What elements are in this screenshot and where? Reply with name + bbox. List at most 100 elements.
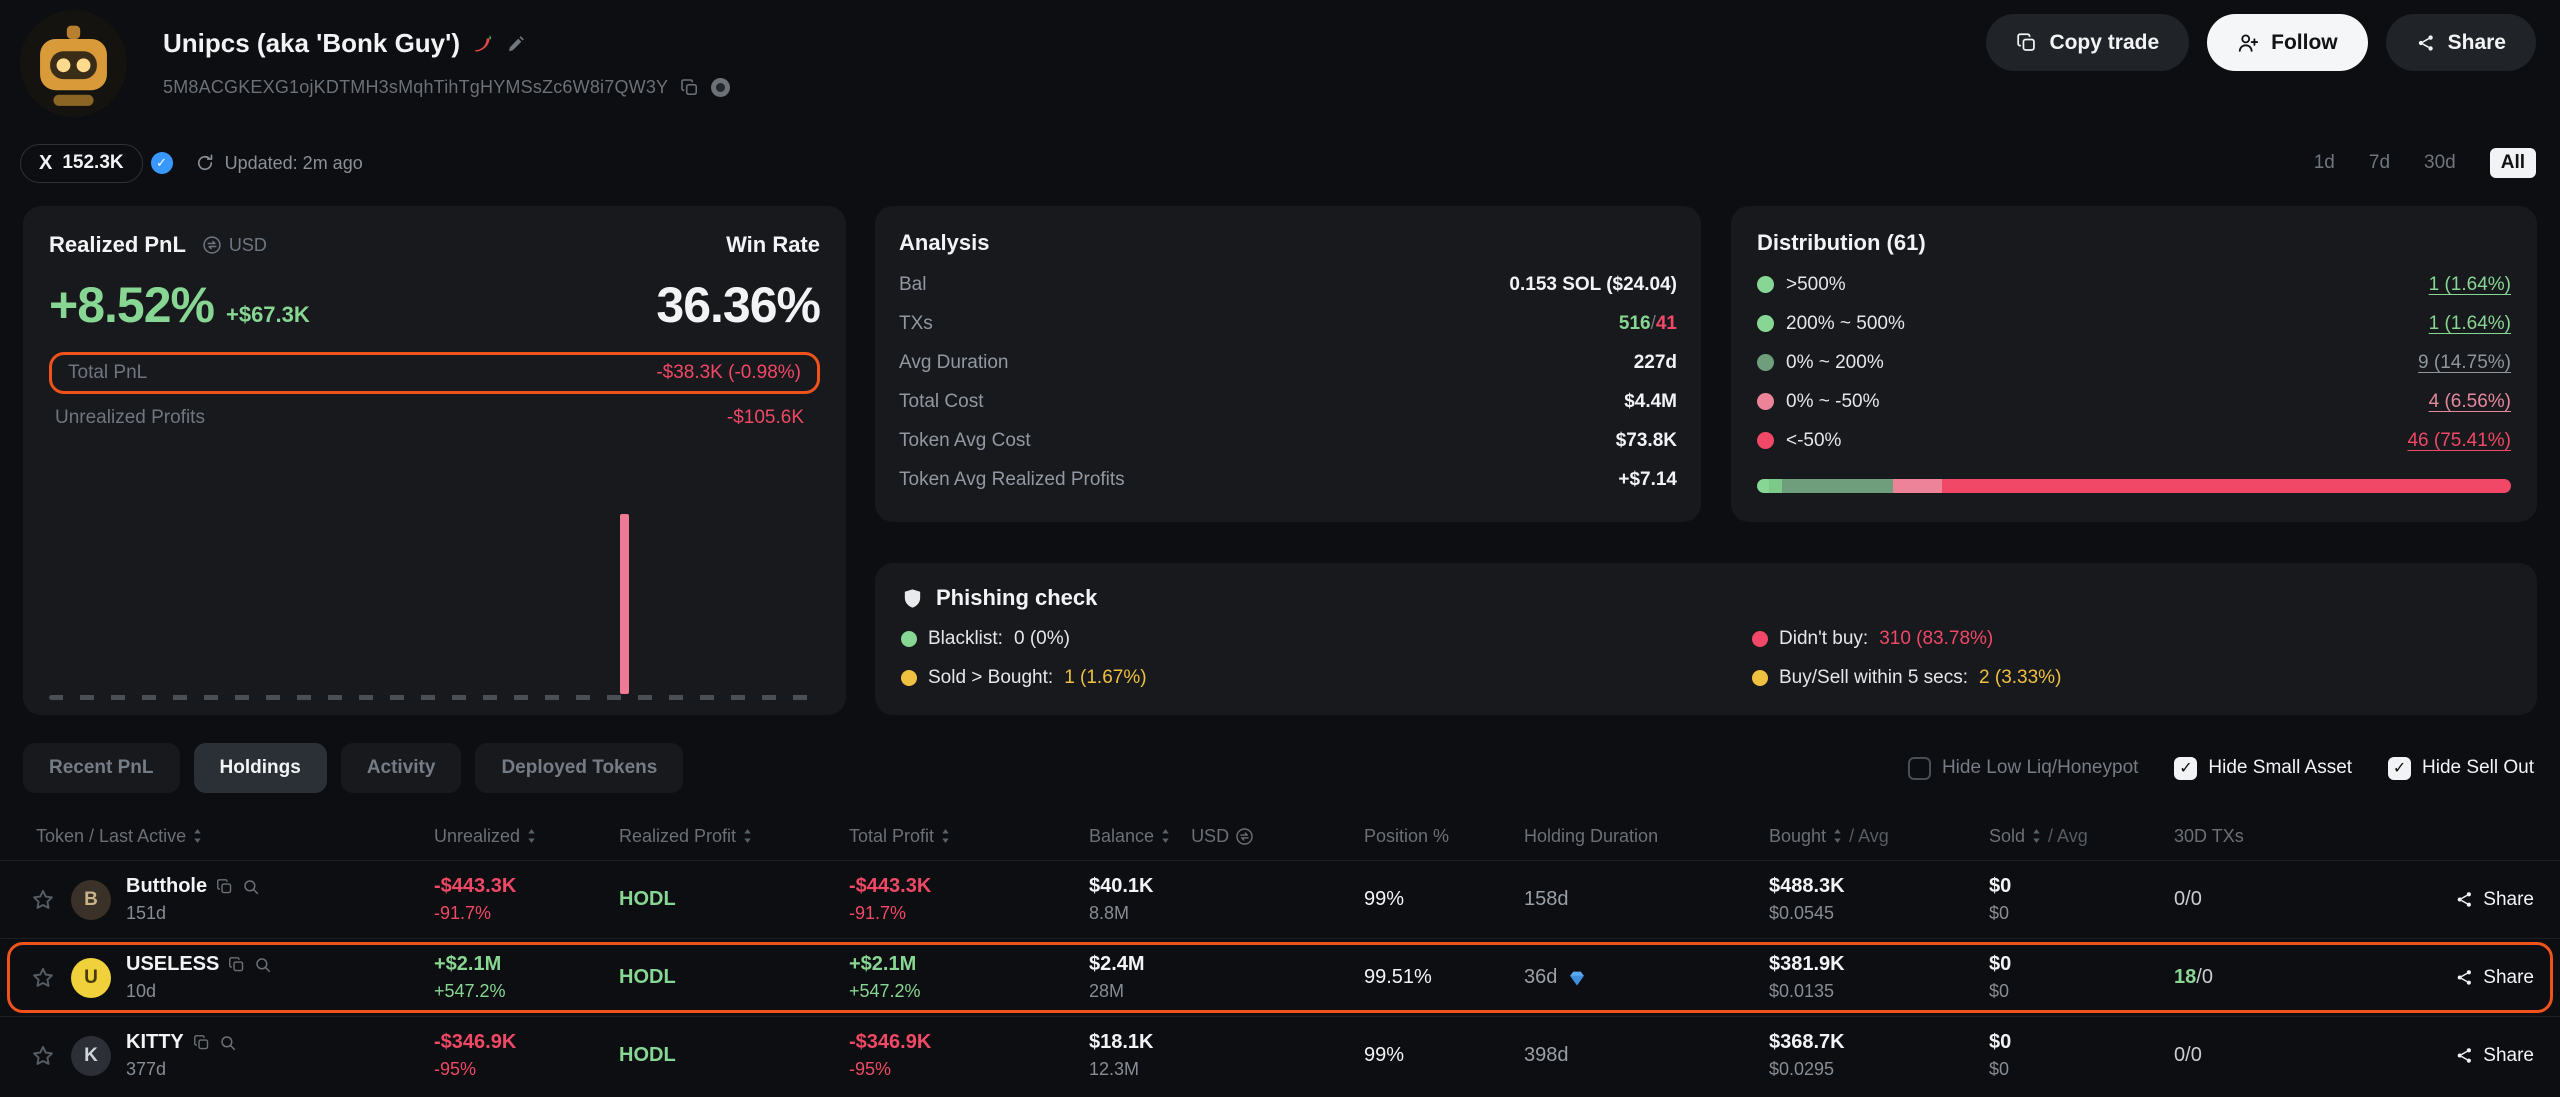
hide-small-asset-checkbox[interactable]: ✓ Hide Small Asset [2174, 757, 2352, 780]
col-header-position: Position % [1364, 826, 1524, 847]
currency-toggle[interactable]: USD [202, 235, 267, 256]
search-icon[interactable] [242, 878, 260, 896]
favorite-star-icon[interactable] [30, 1043, 56, 1069]
token-last-active: 151d [126, 903, 260, 924]
cell-holding-duration: 158d [1524, 888, 1769, 911]
favorite-star-icon[interactable] [30, 887, 56, 913]
pnl-chart-bar [620, 514, 629, 694]
diamond-icon [1566, 967, 1588, 989]
row-share-button[interactable]: Share [2455, 1045, 2534, 1067]
pnl-amount: +$67.3K [226, 302, 310, 328]
col-header-balance[interactable]: Balance USD [1089, 826, 1364, 847]
share-icon [2455, 968, 2474, 987]
distribution-bar-segment [1942, 479, 2511, 493]
tab-holdings[interactable]: Holdings [194, 743, 327, 793]
explorer-icon[interactable] [711, 78, 730, 97]
cell-holding-duration: 36d [1524, 966, 1769, 989]
share-button[interactable]: Share [2386, 14, 2536, 71]
pnl-chart-axis [49, 695, 820, 700]
col-header-sold[interactable]: Sold / Avg [1989, 826, 2174, 847]
col-header-total-profit[interactable]: Total Profit [849, 826, 1089, 847]
cell-30d-txs: 18/0 [2174, 966, 2374, 989]
copy-icon[interactable] [216, 878, 233, 895]
col-header-token[interactable]: Token / Last Active [0, 826, 434, 847]
tier-dot-icon [1757, 393, 1774, 410]
realized-pnl-panel: Realized PnL USD Win Rate +8.52% +$67.3K… [23, 206, 846, 715]
distribution-value-link[interactable]: 46 (75.41%) [2407, 430, 2511, 452]
analysis-title: Analysis [899, 230, 1677, 256]
title-block: Unipcs (aka 'Bonk Guy') 5M8ACGKEXG1ojKDT… [163, 10, 730, 98]
col-header-bought[interactable]: Bought / Avg [1769, 826, 1989, 847]
row-share-button[interactable]: Share [2455, 889, 2534, 911]
range-7d[interactable]: 7d [2369, 152, 2390, 174]
status-dot-icon [901, 670, 917, 686]
col-header-unrealized[interactable]: Unrealized [434, 826, 619, 847]
share-icon [2416, 33, 2436, 53]
cell-position: 99% [1364, 888, 1524, 911]
cell-realized-profit: HODL [619, 888, 849, 911]
follow-person-icon [2237, 32, 2259, 54]
currency-toggle-icon[interactable] [1235, 827, 1254, 846]
token-icon: B [71, 880, 111, 920]
distribution-value-link[interactable]: 1 (1.64%) [2429, 313, 2511, 335]
cell-bought: $488.3K $0.0545 [1769, 875, 1989, 924]
distribution-value-link[interactable]: 1 (1.64%) [2429, 274, 2511, 296]
tier-dot-icon [1757, 276, 1774, 293]
chili-pepper-icon [472, 33, 494, 55]
favorite-star-icon[interactable] [30, 965, 56, 991]
table-row-highlighted[interactable]: U USELESS 10d +$2.1M +547. [0, 938, 2560, 1016]
copy-icon[interactable] [228, 956, 245, 973]
cell-holding-duration: 398d [1524, 1044, 1769, 1067]
pnl-chart [49, 360, 820, 700]
copy-trade-icon [2016, 32, 2037, 53]
range-all[interactable]: All [2490, 148, 2536, 178]
analysis-row-token-avg-cost: Token Avg Cost $73.8K [899, 421, 1677, 460]
analysis-row-avg-duration: Avg Duration 227d [899, 343, 1677, 382]
table-row[interactable]: K KITTY 377d -$346.9K -95% [0, 1016, 2560, 1094]
hide-sell-out-checkbox[interactable]: ✓ Hide Sell Out [2388, 757, 2534, 780]
twitter-followers-pill[interactable]: X 152.3K [20, 144, 143, 183]
cell-sold: $0 $0 [1989, 1031, 2174, 1080]
distribution-row: 0% ~ 200% 9 (14.75%) [1757, 343, 2511, 382]
cell-total-profit: -$346.9K -95% [849, 1031, 1089, 1080]
range-30d[interactable]: 30d [2424, 152, 2456, 174]
cell-sold: $0 $0 [1989, 875, 2174, 924]
tab-deployed-tokens[interactable]: Deployed Tokens [475, 743, 683, 793]
tab-recent-pnl[interactable]: Recent PnL [23, 743, 180, 793]
table-row[interactable]: B Butthole 151d -$443.3K - [0, 860, 2560, 938]
swap-currency-icon [202, 235, 222, 255]
copy-address-icon[interactable] [680, 78, 699, 97]
row-share-button[interactable]: Share [2455, 967, 2534, 989]
col-header-realized-profit[interactable]: Realized Profit [619, 826, 849, 847]
hide-low-liq-checkbox[interactable]: Hide Low Liq/Honeypot [1908, 757, 2138, 780]
followers-count: 152.3K [62, 152, 123, 174]
share-icon [2455, 890, 2474, 909]
analysis-row-token-avg-realized: Token Avg Realized Profits +$7.14 [899, 460, 1677, 499]
cell-realized-profit: HODL [619, 1044, 849, 1067]
cell-bought: $381.9K $0.0135 [1769, 953, 1989, 1002]
follow-button[interactable]: Follow [2207, 14, 2368, 71]
range-1d[interactable]: 1d [2314, 152, 2335, 174]
search-icon[interactable] [254, 956, 272, 974]
token-name[interactable]: USELESS [126, 953, 219, 976]
edit-icon[interactable] [506, 34, 526, 54]
copy-icon[interactable] [193, 1034, 210, 1051]
checkbox-checked-icon: ✓ [2174, 757, 2197, 780]
analysis-row-bal: Bal 0.153 SOL ($24.04) [899, 265, 1677, 304]
token-icon: U [71, 958, 111, 998]
table-filter-cluster: Hide Low Liq/Honeypot ✓ Hide Small Asset… [1908, 757, 2534, 780]
distribution-bar-segment [1782, 479, 1893, 493]
token-last-active: 377d [126, 1059, 237, 1080]
token-name[interactable]: Butthole [126, 875, 207, 898]
cell-bought: $368.7K $0.0295 [1769, 1031, 1989, 1080]
copy-trade-button[interactable]: Copy trade [1986, 14, 2189, 71]
token-name[interactable]: KITTY [126, 1031, 184, 1054]
tab-activity[interactable]: Activity [341, 743, 462, 793]
distribution-value-link[interactable]: 4 (6.56%) [2429, 391, 2511, 413]
win-rate-value: 36.36% [656, 276, 820, 334]
distribution-value-link[interactable]: 9 (14.75%) [2418, 352, 2511, 374]
refresh-control[interactable]: Updated: 2m ago [195, 153, 363, 174]
search-icon[interactable] [219, 1034, 237, 1052]
pnl-percent: +8.52% [49, 276, 214, 334]
cell-total-profit: +$2.1M +547.2% [849, 953, 1089, 1002]
